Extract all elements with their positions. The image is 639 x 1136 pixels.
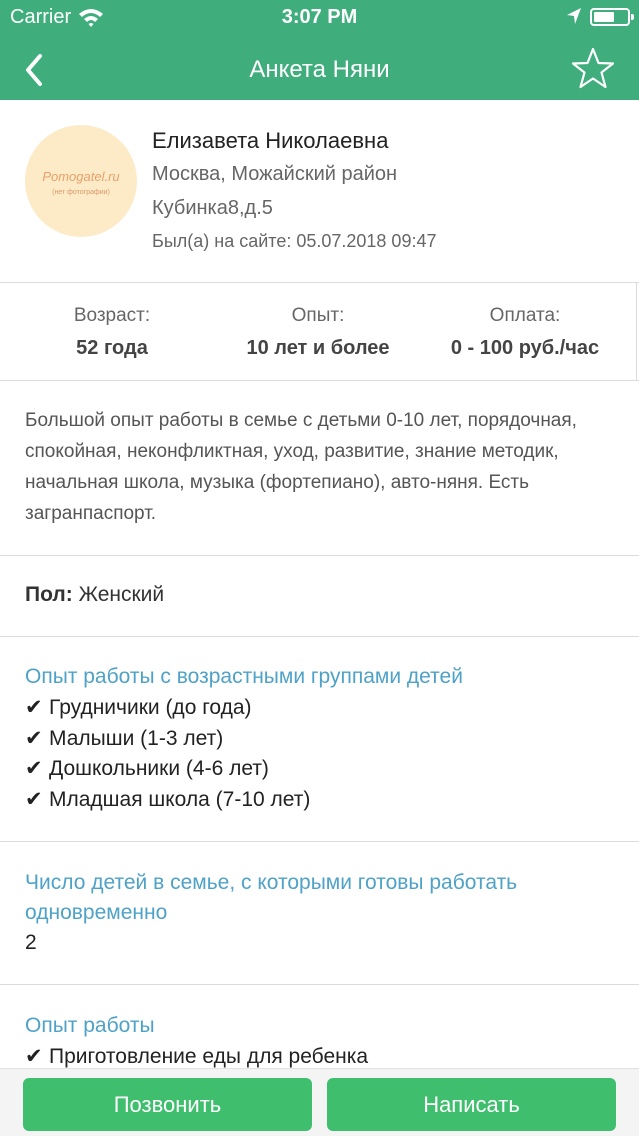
stat-experience: Опыт: 10 лет и более	[218, 305, 418, 360]
checkmark-icon: ✔	[25, 787, 43, 811]
list-item: ✔ Младшая школа (7-10 лет)	[25, 785, 310, 816]
avatar-logo: Pomogatel.ru	[42, 169, 120, 184]
location-arrow-icon	[566, 7, 582, 30]
age-groups-list: ✔ Грудничики (до года) ✔ Малыши (1-3 лет) …	[25, 693, 310, 815]
stat-age-label: Возраст:	[73, 305, 151, 326]
last-seen-label: Был(а) на сайте:	[152, 231, 292, 251]
about-text: Большой опыт работы в семье с детьми 0-1…	[25, 410, 577, 524]
nanny-city: Москва, Можайский район	[152, 163, 398, 185]
last-seen: Был(а) на сайте: 05.07.2018 09:47	[152, 231, 436, 252]
list-item: ✔ Грудничики (до года)	[25, 693, 310, 724]
kids-count-value: 2	[25, 931, 37, 954]
battery-icon	[590, 8, 634, 26]
clock: 3:07 PM	[281, 6, 358, 28]
bottom-action-bar: Позвонить Написать	[0, 1068, 639, 1136]
gender-row: Пол: Женский	[25, 583, 164, 607]
star-outline-icon[interactable]	[570, 46, 616, 92]
list-item: ✔ Малыши (1-3 лет)	[25, 724, 310, 755]
stat-experience-value: 10 лет и более	[246, 337, 390, 359]
nanny-address: Кубинка8,д.5	[152, 197, 273, 219]
about-section: Большой опыт работы в семье с детьми 0-1…	[0, 381, 639, 556]
last-seen-value: 05.07.2018 09:47	[296, 231, 437, 251]
avatar-placeholder-text: (нет фотографии)	[52, 189, 110, 196]
work-experience-heading: Опыт работы	[25, 1014, 155, 1037]
gender-label: Пол:	[25, 583, 73, 606]
checkmark-icon: ✔	[25, 696, 43, 719]
status-bar: Carrier 3:07 PM	[0, 0, 639, 40]
stat-age-value: 52 года	[76, 337, 148, 359]
call-button[interactable]: Позвонить	[23, 1078, 312, 1131]
stat-experience-label: Опыт:	[291, 305, 345, 326]
gender-value: Женский	[78, 583, 165, 606]
gender-section: Пол: Женский	[0, 556, 639, 637]
page-title: Анкета Няни	[249, 56, 390, 83]
age-groups-heading: Опыт работы с возрастными группами детей	[25, 665, 463, 688]
age-groups-section: Опыт работы с возрастными группами детей…	[0, 637, 639, 842]
stat-payment-value: 0 - 100 руб./час	[450, 337, 600, 359]
stat-age: Возраст: 52 года	[32, 305, 192, 360]
stat-payment: Оплата: 0 - 100 руб./час	[425, 305, 625, 360]
stat-payment-label: Оплата:	[489, 305, 561, 326]
checkmark-icon: ✔	[25, 757, 43, 780]
avatar: Pomogatel.ru (нет фотографии)	[25, 125, 137, 237]
kids-count-section: Число детей в семье, с которыми готовы р…	[0, 842, 639, 985]
kids-count-heading: Число детей в семье, с которыми готовы р…	[25, 871, 518, 924]
stats-row: Возраст: 52 года Опыт: 10 лет и более Оп…	[0, 283, 639, 381]
nav-bar: Анкета Няни	[0, 40, 639, 100]
write-button[interactable]: Написать	[327, 1078, 616, 1131]
checkmark-icon: ✔	[25, 726, 43, 750]
list-item: ✔ Дошкольники (4-6 лет)	[25, 754, 310, 785]
nanny-name: Елизавета Николаевна	[152, 128, 389, 153]
